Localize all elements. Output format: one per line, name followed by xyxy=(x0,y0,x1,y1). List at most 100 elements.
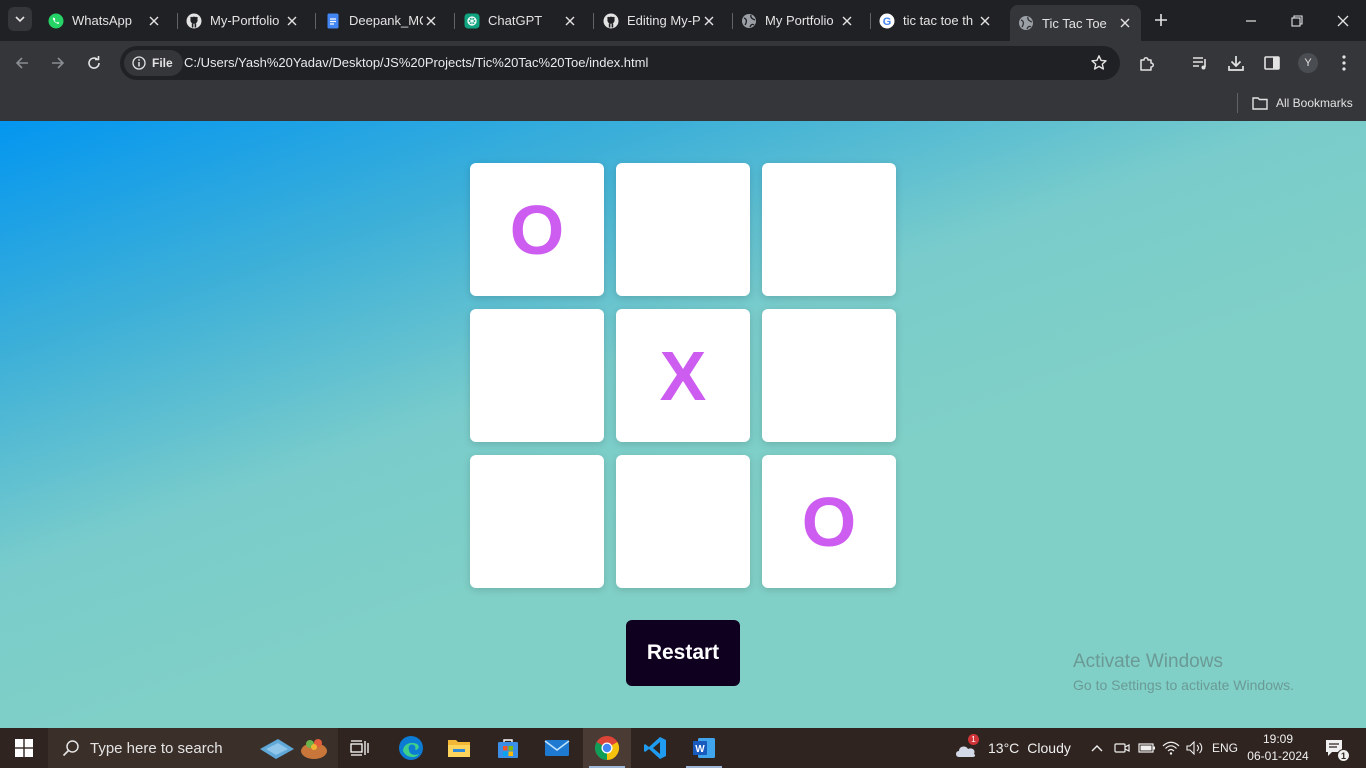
taskbar-app-chrome[interactable] xyxy=(583,728,631,768)
all-bookmarks-button[interactable]: All Bookmarks xyxy=(1252,92,1353,114)
folder-icon xyxy=(448,740,470,757)
board-cell[interactable] xyxy=(470,455,604,588)
close-icon[interactable] xyxy=(701,13,717,29)
tab-label: My-Portfolio xyxy=(210,13,280,28)
close-icon xyxy=(1337,15,1349,26)
reload-button[interactable] xyxy=(80,49,108,77)
browser-toolbar: File C:/Users/Yash%20Yadav/Desktop/JS%20… xyxy=(0,41,1366,85)
restart-button[interactable]: Restart xyxy=(626,620,740,686)
tab-my-portfolio[interactable]: My Portfolio xyxy=(733,6,863,35)
game-board: O X O xyxy=(470,163,896,588)
tab-label: tic tac toe th xyxy=(903,13,974,28)
bookmarks-bar: All Bookmarks xyxy=(0,85,1366,121)
new-tab-button[interactable] xyxy=(1150,9,1172,31)
google-icon: G xyxy=(879,13,895,29)
close-icon[interactable] xyxy=(146,13,162,29)
board-cell[interactable] xyxy=(762,309,896,442)
taskbar-app-edge[interactable] xyxy=(387,728,435,768)
site-info-label: File xyxy=(152,56,173,70)
taskbar-app-file-explorer[interactable] xyxy=(435,728,483,768)
chevron-up-icon xyxy=(1091,745,1103,752)
restore-button[interactable] xyxy=(1274,0,1320,41)
close-icon[interactable] xyxy=(284,13,300,29)
chevron-down-icon xyxy=(15,16,25,23)
battery-button[interactable] xyxy=(1138,728,1156,768)
weather-badge: 1 xyxy=(968,734,979,745)
board-cell[interactable] xyxy=(470,309,604,442)
edge-icon xyxy=(399,736,423,760)
board-cell[interactable] xyxy=(616,163,750,296)
taskbar-clock[interactable]: 19:09 06-01-2024 xyxy=(1246,731,1310,765)
tab-my-portfolio-github[interactable]: My-Portfolio xyxy=(178,6,308,35)
menu-button[interactable] xyxy=(1330,49,1358,77)
chatgpt-icon xyxy=(464,13,480,29)
board-cell[interactable]: O xyxy=(762,455,896,588)
url-text[interactable]: C:/Users/Yash%20Yadav/Desktop/JS%20Proje… xyxy=(184,55,648,70)
close-icon[interactable] xyxy=(1117,15,1133,31)
media-control-button[interactable] xyxy=(1186,49,1214,77)
windows-logo-icon xyxy=(15,739,33,757)
minimize-button[interactable] xyxy=(1228,0,1274,41)
search-highlight-icon xyxy=(260,739,327,759)
side-panel-button[interactable] xyxy=(1258,49,1286,77)
back-button[interactable] xyxy=(8,49,36,77)
board-cell[interactable]: X xyxy=(616,309,750,442)
taskbar-app-word[interactable]: W xyxy=(680,728,728,768)
more-vertical-icon xyxy=(1342,55,1346,71)
weather-condition: Cloudy xyxy=(1027,740,1071,756)
bookmarks-separator xyxy=(1237,93,1238,113)
tab-editing-github[interactable]: Editing My-P xyxy=(595,6,725,35)
tab-deepank-doc[interactable]: Deepank_MC xyxy=(317,6,447,35)
tab-label: Editing My-P xyxy=(627,13,701,28)
vscode-icon xyxy=(644,737,666,759)
page-content: O X O Restart Activate Windows Go to Set… xyxy=(0,121,1366,728)
extensions-button[interactable] xyxy=(1133,49,1161,77)
downloads-button[interactable] xyxy=(1222,49,1250,77)
close-icon[interactable] xyxy=(562,13,578,29)
word-icon: W xyxy=(693,738,715,758)
google-docs-icon xyxy=(325,13,341,29)
language-indicator[interactable]: ENG xyxy=(1212,728,1238,768)
search-icon xyxy=(62,740,79,757)
show-hidden-icons-button[interactable] xyxy=(1090,728,1104,768)
activate-windows-watermark: Activate Windows Go to Settings to activ… xyxy=(1073,651,1294,693)
close-icon[interactable] xyxy=(839,13,855,29)
taskbar-app-mail[interactable] xyxy=(533,728,581,768)
board-cell[interactable] xyxy=(762,163,896,296)
tab-chatgpt[interactable]: ChatGPT xyxy=(456,6,586,35)
taskbar-app-store[interactable] xyxy=(484,728,532,768)
globe-icon xyxy=(741,13,757,29)
close-icon[interactable] xyxy=(977,13,993,29)
taskbar-app-vscode[interactable] xyxy=(631,728,679,768)
site-info-chip[interactable]: File xyxy=(124,50,183,76)
download-icon xyxy=(1228,56,1244,71)
start-button[interactable] xyxy=(0,728,48,768)
address-bar[interactable]: File C:/Users/Yash%20Yadav/Desktop/JS%20… xyxy=(120,46,1120,80)
volume-button[interactable] xyxy=(1186,728,1204,768)
clock-time: 19:09 xyxy=(1262,732,1294,746)
github-icon xyxy=(603,13,619,29)
side-panel-icon xyxy=(1264,56,1280,70)
network-button[interactable] xyxy=(1162,728,1180,768)
profile-button[interactable]: Y xyxy=(1294,49,1322,77)
close-window-button[interactable] xyxy=(1320,0,1366,41)
board-cell[interactable] xyxy=(616,455,750,588)
notification-center-button[interactable]: 1 xyxy=(1322,736,1350,762)
board-cell[interactable]: O xyxy=(470,163,604,296)
tab-tic-tac-toe[interactable]: Tic Tac Toe xyxy=(1010,5,1141,41)
tab-label: Deepank_MC xyxy=(349,13,423,28)
tab-search-button[interactable] xyxy=(8,7,32,31)
weather-widget[interactable]: 1 13°C Cloudy xyxy=(954,728,1071,768)
globe-icon xyxy=(1018,15,1034,31)
tab-whatsapp[interactable]: WhatsApp xyxy=(40,6,170,35)
all-bookmarks-label: All Bookmarks xyxy=(1276,96,1353,110)
mail-icon xyxy=(544,740,570,756)
close-icon[interactable] xyxy=(423,13,439,29)
taskbar-search[interactable]: Type here to search xyxy=(48,728,338,768)
meet-now-button[interactable] xyxy=(1114,728,1130,768)
star-icon[interactable] xyxy=(1090,54,1108,72)
forward-button[interactable] xyxy=(44,49,72,77)
task-view-button[interactable] xyxy=(336,728,384,768)
tab-google-search[interactable]: G tic tac toe th xyxy=(871,6,1001,35)
weather-temp: 13°C xyxy=(988,740,1020,756)
